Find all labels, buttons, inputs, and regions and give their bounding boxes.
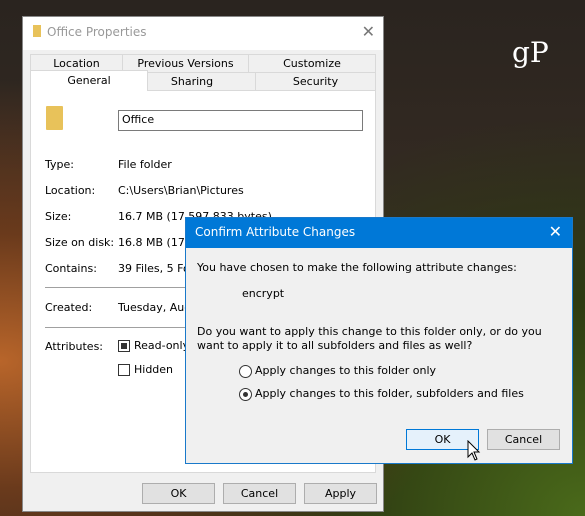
confirm-attribute-dialog: Confirm Attribute Changes ✕ You have cho… (185, 217, 573, 464)
tab-security[interactable]: Security (255, 72, 376, 91)
option-folder-only[interactable]: Apply changes to this folder only (239, 364, 436, 378)
location-label: Location: (45, 184, 96, 197)
attribute-change: encrypt (242, 287, 285, 300)
tab-general[interactable]: General (30, 70, 148, 91)
folder-icon (33, 25, 41, 37)
size-on-disk-label: Size on disk: (45, 236, 115, 249)
type-label: Type: (45, 158, 74, 171)
dialog-question: Do you want to apply this change to this… (197, 325, 542, 352)
mouse-cursor-icon (467, 440, 481, 461)
close-icon[interactable]: ✕ (362, 22, 375, 41)
size-label: Size: (45, 210, 72, 223)
tab-customize[interactable]: Customize (248, 54, 376, 73)
contains-label: Contains: (45, 262, 97, 275)
ok-button[interactable]: OK (142, 483, 215, 504)
dialog-cancel-button[interactable]: Cancel (487, 429, 560, 450)
location-value: C:\Users\Brian\Pictures (118, 184, 244, 197)
option-label: Apply changes to this folder only (255, 364, 437, 377)
apply-button[interactable]: Apply (304, 483, 377, 504)
size-on-disk-value: 16.8 MB (17,6 (118, 236, 196, 249)
dialog-intro: You have chosen to make the following at… (197, 261, 517, 274)
attributes-label: Attributes: (45, 340, 104, 353)
title-bar: Office Properties ✕ (23, 17, 383, 50)
dialog-title-bar: Confirm Attribute Changes ✕ (186, 218, 572, 248)
checkbox-unchecked[interactable] (118, 364, 130, 376)
radio-selected[interactable] (239, 387, 252, 401)
option-label: Apply changes to this folder, subfolders… (255, 387, 524, 400)
hidden-checkbox[interactable]: Hidden (118, 363, 173, 376)
cancel-button[interactable]: Cancel (223, 483, 296, 504)
folder-icon (46, 106, 63, 130)
hidden-label: Hidden (134, 363, 174, 376)
watermark-logo: gP (512, 36, 549, 69)
checkbox-indeterminate[interactable] (118, 340, 130, 352)
close-icon[interactable]: ✕ (549, 222, 562, 241)
option-folder-subfolders[interactable]: Apply changes to this folder, subfolders… (239, 387, 524, 401)
folder-name-input[interactable]: Office (118, 110, 363, 131)
created-label: Created: (45, 301, 93, 314)
radio-unselected[interactable] (239, 364, 252, 378)
dialog-title: Confirm Attribute Changes (195, 225, 356, 239)
window-title: Office Properties (47, 25, 147, 39)
type-value: File folder (118, 158, 172, 171)
